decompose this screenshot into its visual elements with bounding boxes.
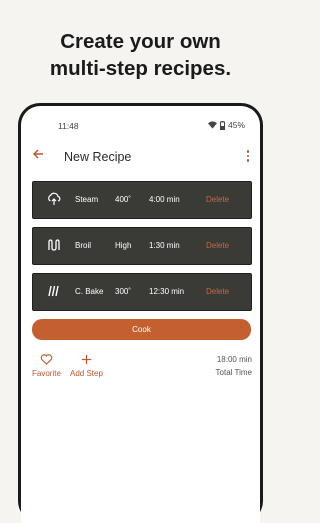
status-time: 11:48: [58, 121, 79, 131]
app-bar: New Recipe: [21, 142, 260, 172]
page-title: New Recipe: [64, 150, 132, 164]
total-time-label: Total Time: [215, 368, 252, 377]
status-icons: 45%: [207, 120, 245, 130]
delete-step-button[interactable]: Delete: [206, 287, 229, 296]
favorite-button[interactable]: Favorite: [32, 353, 61, 378]
back-arrow-icon[interactable]: [30, 148, 46, 164]
recipe-step[interactable]: Broil High 1:30 min Delete: [32, 227, 252, 265]
step-temperature: 400˚: [115, 195, 132, 204]
delete-step-button[interactable]: Delete: [206, 195, 229, 204]
step-duration: 12:30 min: [149, 287, 185, 296]
battery-icon: [219, 120, 225, 130]
recipe-step[interactable]: C. Bake 300˚ 12:30 min Delete: [32, 273, 252, 311]
step-temperature: 300˚: [115, 287, 132, 296]
status-bar: 11:48 45%: [21, 106, 260, 142]
phone-frame: 11:48 45% New Recipe Steam 400˚ 4:00 min…: [18, 103, 263, 523]
steam-icon: [48, 192, 61, 205]
add-step-label: Add Step: [70, 369, 103, 378]
headline-line-1: Create your own: [60, 30, 221, 53]
headline: Create your own multi-step recipes.: [0, 28, 281, 82]
more-options-icon[interactable]: [245, 150, 251, 164]
favorite-label: Favorite: [32, 369, 61, 378]
step-duration: 4:00 min: [149, 195, 180, 204]
recipe-step[interactable]: Steam 400˚ 4:00 min Delete: [32, 181, 252, 219]
step-duration: 1:30 min: [149, 241, 180, 250]
step-mode: Steam: [75, 195, 99, 204]
step-temperature: High: [115, 241, 132, 250]
wifi-icon: [207, 121, 217, 129]
battery-level: 45%: [227, 120, 245, 130]
delete-step-button[interactable]: Delete: [206, 241, 229, 250]
cook-button[interactable]: Cook: [32, 319, 251, 340]
add-step-button[interactable]: Add Step: [70, 353, 103, 378]
heart-icon: [40, 354, 53, 365]
plus-icon: [81, 354, 92, 365]
step-mode: C. Bake: [75, 287, 104, 296]
broil-icon: [48, 239, 60, 251]
step-mode: Broil: [75, 241, 92, 250]
total-time: 18:00 min Total Time: [216, 353, 252, 379]
headline-line-2: multi-step recipes.: [49, 57, 232, 80]
phone-screen: 11:48 45% New Recipe Steam 400˚ 4:00 min…: [21, 106, 260, 523]
total-time-value: 18:00 min: [216, 355, 252, 364]
convection-bake-icon: [48, 285, 59, 297]
